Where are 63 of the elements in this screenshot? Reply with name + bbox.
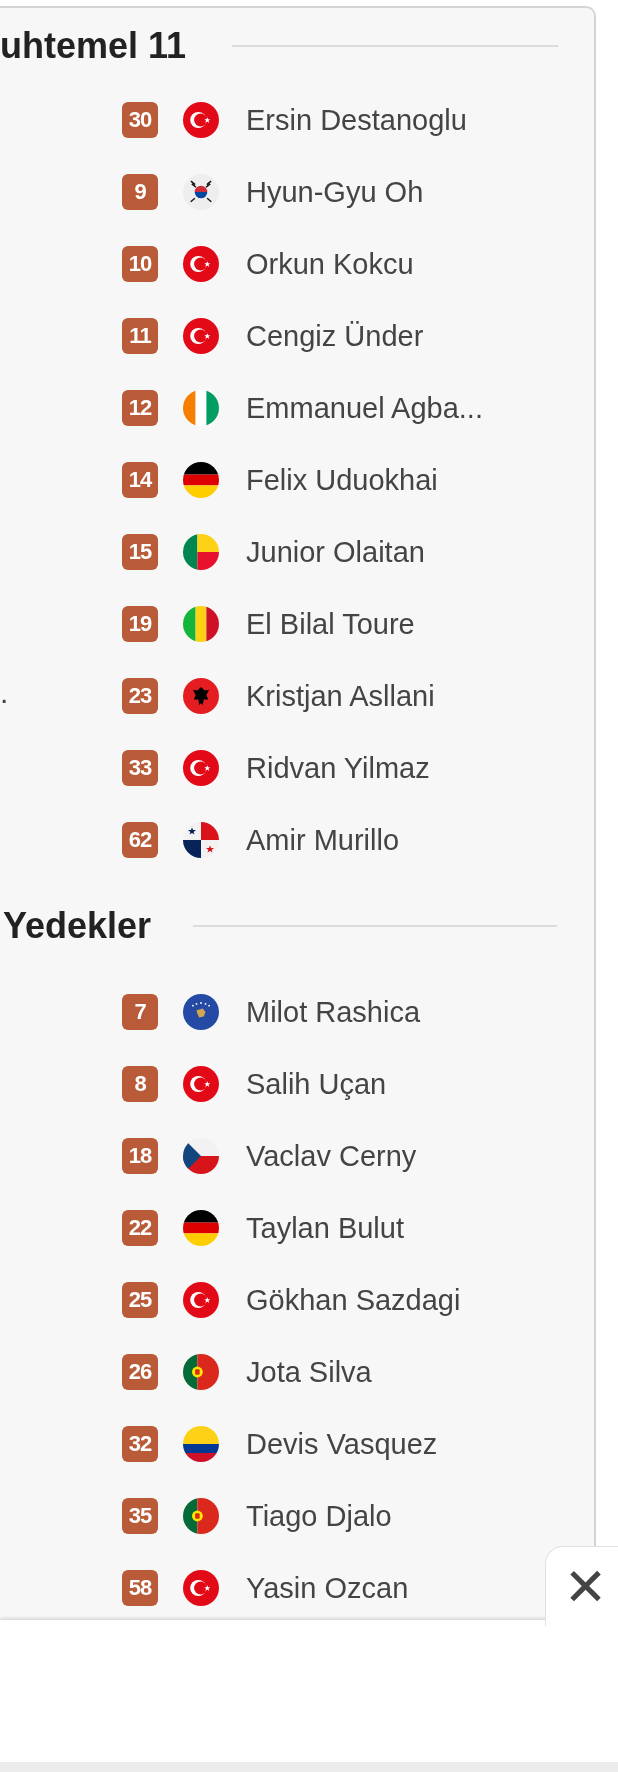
shirt-number: 33 xyxy=(122,750,158,786)
flag-icon xyxy=(183,1570,219,1606)
player-name: Kristjan Asllani xyxy=(246,679,435,713)
shirt-number: 35 xyxy=(122,1498,158,1534)
player-name: Taylan Bulut xyxy=(246,1211,404,1245)
player-name: Tiago Djalo xyxy=(246,1499,392,1533)
shirt-number: 62 xyxy=(122,822,158,858)
player-name: Emmanuel Agba... xyxy=(246,391,483,425)
player-name: Salih Uçan xyxy=(246,1067,387,1101)
flag-icon xyxy=(183,318,219,354)
flag-icon xyxy=(183,994,219,1030)
shirt-number: 12 xyxy=(122,390,158,426)
shirt-number: 9 xyxy=(122,174,158,210)
shirt-number: 15 xyxy=(122,534,158,570)
flag-icon xyxy=(183,1426,219,1462)
player-name: Ridvan Yilmaz xyxy=(246,751,430,785)
shirt-number: 11 xyxy=(122,318,158,354)
flag-icon xyxy=(183,102,219,138)
player-name: Hyun-Gyu Oh xyxy=(246,175,424,209)
shirt-number: 25 xyxy=(122,1282,158,1318)
player-name: Amir Murillo xyxy=(246,823,400,857)
flag-icon xyxy=(183,1354,219,1390)
flag-icon xyxy=(183,390,219,426)
flag-icon xyxy=(183,1210,219,1246)
player-name: Yasin Ozcan xyxy=(246,1571,409,1605)
shirt-number: 26 xyxy=(122,1354,158,1390)
shirt-number: 22 xyxy=(122,1210,158,1246)
shirt-number: 19 xyxy=(122,606,158,642)
shirt-number: 18 xyxy=(122,1138,158,1174)
section-title: uhtemel 11 xyxy=(0,25,187,67)
player-name: El Bilal Toure xyxy=(246,607,415,641)
flag-icon xyxy=(183,822,219,858)
flag-icon xyxy=(183,678,219,714)
flag-icon xyxy=(183,246,219,282)
shirt-number: 58 xyxy=(122,1570,158,1606)
player-name: Vaclav Cerny xyxy=(246,1139,417,1173)
cut-text: . xyxy=(0,676,9,710)
player-name: Junior Olaitan xyxy=(246,535,425,569)
shirt-number: 8 xyxy=(122,1066,158,1102)
flag-icon xyxy=(183,534,219,570)
flag-icon xyxy=(183,462,219,498)
player-name: Jota Silva xyxy=(246,1355,372,1389)
player-name: Devis Vasquez xyxy=(246,1427,438,1461)
player-name: Orkun Kokcu xyxy=(246,247,414,281)
player-name: Milot Rashica xyxy=(246,995,421,1029)
player-name: Ersin Destanoglu xyxy=(246,103,467,137)
shirt-number: 30 xyxy=(122,102,158,138)
flag-icon xyxy=(183,1282,219,1318)
shirt-number: 32 xyxy=(122,1426,158,1462)
flag-icon xyxy=(183,750,219,786)
shirt-number: 10 xyxy=(122,246,158,282)
flag-icon xyxy=(183,1066,219,1102)
flag-icon xyxy=(183,1498,219,1534)
flag-icon xyxy=(183,606,219,642)
shirt-number: 23 xyxy=(122,678,158,714)
player-name: Gökhan Sazdagi xyxy=(246,1283,461,1317)
flag-icon xyxy=(183,174,219,210)
player-name: Cengiz Ünder xyxy=(246,319,424,353)
section-title: Yedekler xyxy=(2,905,152,947)
close-button[interactable]: ✕ xyxy=(545,1546,618,1626)
shirt-number: 14 xyxy=(122,462,158,498)
player-name: Felix Uduokhai xyxy=(246,463,438,497)
shirt-number: 7 xyxy=(122,994,158,1030)
